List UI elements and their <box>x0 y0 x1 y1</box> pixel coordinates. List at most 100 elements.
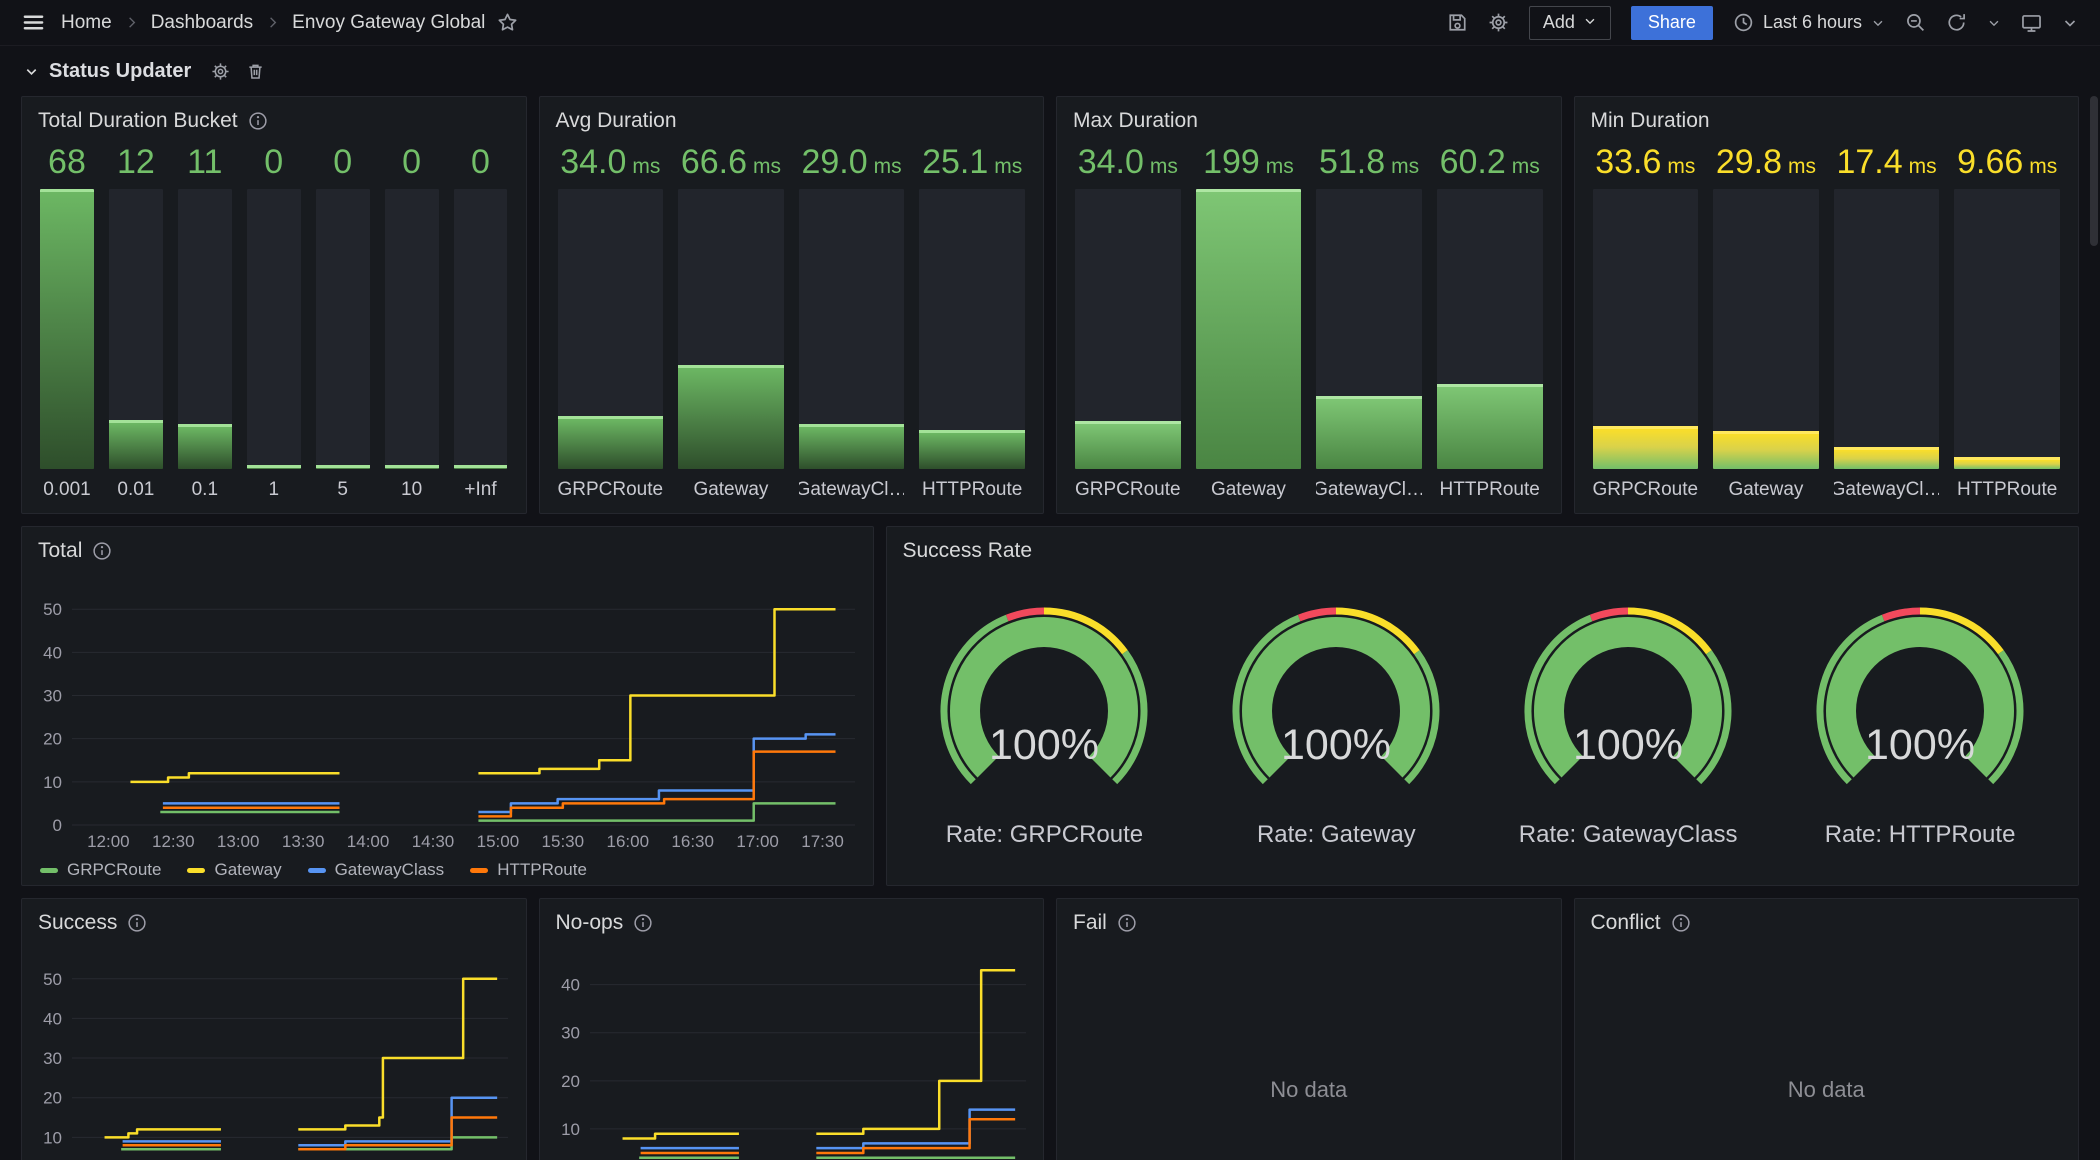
panel-header[interactable]: Avg Duration <box>540 97 1044 141</box>
bar-gauge-column: 9.66msHTTPRoute <box>1954 143 2060 501</box>
info-icon[interactable] <box>248 111 268 131</box>
info-icon[interactable] <box>127 913 147 933</box>
dashboard: Total Duration Bucket 680.001120.01110.1… <box>0 96 2100 1160</box>
panel-header[interactable]: Min Duration <box>1575 97 2079 141</box>
bar-track <box>1316 189 1422 469</box>
gauge-canvas: 100% <box>1492 601 1764 813</box>
svg-text:30: 30 <box>43 687 62 706</box>
panel-row-3: Success 0102030405012:0013:0014:0015:001… <box>21 898 2079 1160</box>
collapse-chevron-icon[interactable] <box>2062 15 2078 31</box>
gauge: 100% Rate: GatewayClass <box>1482 601 1774 849</box>
panel-header[interactable]: Success Rate <box>887 527 2079 571</box>
gear-icon[interactable] <box>211 62 230 81</box>
bar-track <box>678 189 784 469</box>
legend-item[interactable]: Gateway <box>187 860 281 880</box>
bar-value: 66.6ms <box>678 143 784 189</box>
info-icon[interactable] <box>1671 913 1691 933</box>
bar-value: 34.0ms <box>558 143 664 189</box>
menu-icon[interactable] <box>22 11 45 34</box>
bar-gauge-chart: 680.001120.01110.101050100+Inf <box>22 141 526 513</box>
panel-header[interactable]: No-ops <box>540 899 1044 943</box>
bar-value: 199ms <box>1196 143 1302 189</box>
gauge: 100% Rate: GRPCRoute <box>899 601 1191 849</box>
bar-gauge-chart: 34.0msGRPCRoute66.6msGateway29.0msGatewa… <box>540 141 1044 513</box>
bar-track <box>316 189 370 469</box>
svg-text:100%: 100% <box>989 721 1099 769</box>
bar-value: 60.2ms <box>1437 143 1543 189</box>
legend-label: GRPCRoute <box>67 860 161 880</box>
panel-header[interactable]: Fail <box>1057 899 1561 943</box>
bar-gauge-column: 01 <box>247 143 301 501</box>
gauge-canvas: 100% <box>908 601 1180 813</box>
legend-item[interactable]: GatewayClass <box>308 860 445 880</box>
bar-label: Gateway <box>1196 469 1302 501</box>
panel-title: Success Rate <box>903 539 1033 563</box>
gauge-label: Rate: GatewayClass <box>1519 821 1738 849</box>
bar-gauge-column: 29.0msGatewayCl… <box>799 143 905 501</box>
panel-header[interactable]: Max Duration <box>1057 97 1561 141</box>
svg-text:100%: 100% <box>1281 721 1391 769</box>
panel-max-duration: Max Duration 34.0msGRPCRoute199msGateway… <box>1056 96 1562 514</box>
dashboard-row-header: Status Updater <box>0 46 2100 96</box>
row-collapse-chevron-icon[interactable] <box>24 64 39 79</box>
panel-title: Success <box>38 911 117 935</box>
info-icon[interactable] <box>92 541 112 561</box>
chart-canvas: 01020304012:0013:0014:0015:0016:0017:00 <box>540 943 1044 1160</box>
svg-text:12:00: 12:00 <box>87 832 130 851</box>
svg-text:12:30: 12:30 <box>152 832 195 851</box>
gauge: 100%Rate: HTTPRoute <box>1774 601 2066 849</box>
refresh-icon[interactable] <box>1946 12 1967 33</box>
chevron-down-icon <box>1583 12 1597 33</box>
zoom-out-icon[interactable] <box>1905 12 1926 33</box>
bar-fill <box>1954 457 2060 469</box>
bar-label: 0.1 <box>178 469 232 501</box>
time-range-picker[interactable]: Last 6 hours <box>1733 12 1885 33</box>
panel-header[interactable]: Success <box>22 899 526 943</box>
bar-label: 0.01 <box>109 469 163 501</box>
legend-item[interactable]: GRPCRoute <box>40 860 161 880</box>
refresh-interval-chevron-icon[interactable] <box>1987 16 2001 30</box>
legend-item[interactable]: HTTPRoute <box>470 860 587 880</box>
row-title[interactable]: Status Updater <box>49 60 191 83</box>
svg-text:16:00: 16:00 <box>606 832 649 851</box>
bar-track <box>1437 189 1543 469</box>
bar-track <box>558 189 664 469</box>
bar-value: 12 <box>109 143 163 189</box>
save-icon[interactable] <box>1447 12 1468 33</box>
breadcrumb-dashboards[interactable]: Dashboards <box>151 12 253 34</box>
breadcrumb-home[interactable]: Home <box>61 12 112 34</box>
chart-canvas: 0102030405012:0012:3013:0013:3014:0014:3… <box>22 571 873 855</box>
bar-gauge-column: 0+Inf <box>454 143 508 501</box>
bar-fill <box>1713 431 1819 469</box>
panel-conflict: Conflict No data <box>1574 898 2080 1160</box>
bar-value: 0 <box>385 143 439 189</box>
monitor-icon[interactable] <box>2021 12 2042 33</box>
gauge-label: Rate: GRPCRoute <box>946 821 1143 849</box>
bar-value: 11 <box>178 143 232 189</box>
legend-label: Gateway <box>214 860 281 880</box>
info-icon[interactable] <box>1117 913 1137 933</box>
svg-text:13:00: 13:00 <box>217 832 260 851</box>
bar-value: 34.0ms <box>1075 143 1181 189</box>
share-button[interactable]: Share <box>1631 6 1713 40</box>
star-icon[interactable] <box>497 12 518 33</box>
add-button[interactable]: Add <box>1529 6 1611 40</box>
panel-header[interactable]: Total Duration Bucket <box>22 97 526 141</box>
panel-header[interactable]: Total <box>22 527 873 571</box>
panel-title: Fail <box>1073 911 1107 935</box>
info-icon[interactable] <box>633 913 653 933</box>
panel-success: Success 0102030405012:0013:0014:0015:001… <box>21 898 527 1160</box>
bar-gauge-column: 05 <box>316 143 370 501</box>
bar-value: 9.66ms <box>1954 143 2060 189</box>
bar-value: 17.4ms <box>1834 143 1940 189</box>
svg-text:15:00: 15:00 <box>477 832 520 851</box>
trash-icon[interactable] <box>246 62 265 81</box>
legend-swatch-icon <box>470 868 488 873</box>
bar-gauge-column: 33.6msGRPCRoute <box>1593 143 1699 501</box>
bar-gauge-column: 29.8msGateway <box>1713 143 1819 501</box>
svg-text:40: 40 <box>43 643 62 662</box>
panel-header[interactable]: Conflict <box>1575 899 2079 943</box>
gear-icon[interactable] <box>1488 12 1509 33</box>
bar-fill <box>919 430 1025 469</box>
scrollbar-thumb[interactable] <box>2090 96 2098 246</box>
